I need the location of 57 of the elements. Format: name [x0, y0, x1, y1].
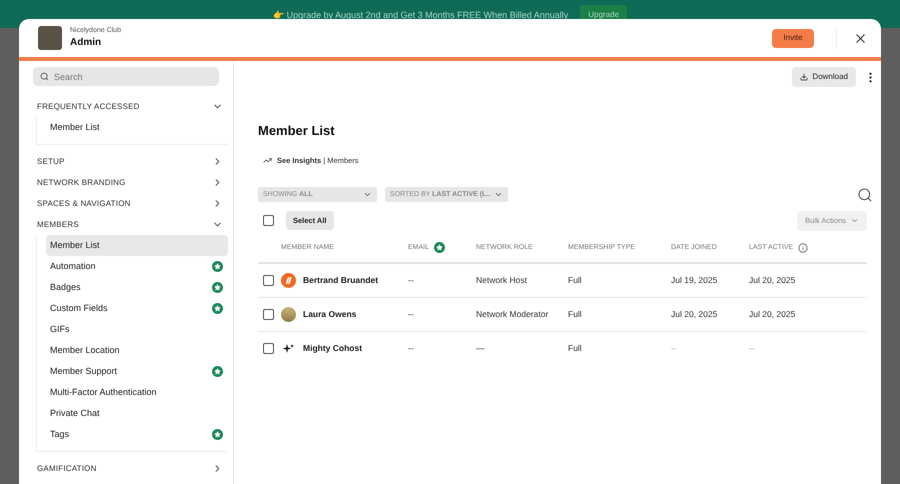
sidebar-item[interactable]: Member Support [46, 361, 228, 382]
sidebar-item[interactable]: Tags [46, 424, 228, 445]
table-cell-text: Jul 20, 2025 [671, 308, 718, 321]
star-badge-icon [434, 242, 446, 254]
search-icon[interactable] [857, 186, 873, 203]
star-badge-icon [212, 366, 223, 377]
community-photo-placeholder [38, 26, 62, 50]
sidebar-section-header[interactable]: GAMIFICATION [19, 458, 233, 479]
checkbox[interactable] [263, 343, 274, 354]
table-cell-text: Network Host [476, 274, 528, 287]
sidebar-item[interactable]: Member List [46, 117, 228, 138]
sidebar-item[interactable]: Private Chat [46, 403, 228, 424]
table-cell-text: Jul 19, 2025 [671, 274, 718, 287]
table-cell-text: Full [568, 342, 583, 356]
sidebar-item[interactable]: Custom Fields [46, 298, 228, 319]
member-name[interactable]: Bertrand Bruandet [303, 274, 378, 287]
invite-button[interactable]: Invite [772, 28, 814, 48]
download-button[interactable]: Download [792, 67, 856, 87]
sidebar-item[interactable]: GIFs [46, 319, 228, 340]
table-cell-text: -- [749, 342, 756, 356]
member-name[interactable]: Laura Owens [303, 308, 356, 321]
table-cell-text: Jul 20, 2025 [749, 308, 796, 321]
search-field[interactable]: Search [33, 67, 219, 86]
checkbox[interactable] [263, 274, 274, 286]
modal-title: Admin [70, 36, 102, 50]
table-cell-text: -- [408, 342, 415, 356]
star-badge-icon [212, 429, 223, 440]
sidebar-item[interactable]: Member Location [46, 340, 228, 361]
trend-icon [263, 156, 272, 165]
table-cell-text: Jul 20, 2025 [749, 274, 796, 287]
table-cell-text: — [476, 342, 486, 356]
sidebar-section-header[interactable]: FREQUENTLY ACCESSED [19, 96, 233, 117]
sidebar-item[interactable]: Member List [46, 235, 228, 256]
logo-avatar-icon [281, 272, 296, 288]
star-badge-icon [212, 303, 223, 314]
sidebar-item[interactable]: Badges [46, 277, 228, 298]
table-cell-text: Full [568, 308, 583, 321]
sidebar-section-header[interactable]: SPACES & NAVIGATION [19, 193, 233, 214]
search-icon [40, 72, 49, 81]
sidebar-section-header[interactable]: NETWORK BRANDING [19, 172, 233, 193]
sidebar-section-header[interactable]: MEMBERS [19, 214, 233, 235]
table-cell-text: -- [408, 308, 415, 321]
checkbox[interactable] [263, 308, 274, 320]
table-cell-text: Full [568, 274, 583, 287]
sidebar-item[interactable]: Multi-Factor Authentication [46, 382, 228, 403]
star-badge-icon [212, 282, 223, 293]
sidebar-section-header[interactable]: SETUP [19, 151, 233, 172]
sidebar-item[interactable]: Automation [46, 256, 228, 277]
member-name[interactable]: Mighty Cohost [303, 342, 362, 356]
table-cell-text: -- [671, 342, 678, 356]
info-icon[interactable] [798, 242, 808, 253]
page-title: Member List [258, 122, 336, 140]
star-badge-icon [212, 261, 223, 272]
table-cell-text: -- [408, 274, 415, 287]
table-cell-text: Network Moderator [476, 308, 550, 321]
checkbox[interactable] [263, 215, 274, 226]
download-icon [800, 73, 808, 81]
